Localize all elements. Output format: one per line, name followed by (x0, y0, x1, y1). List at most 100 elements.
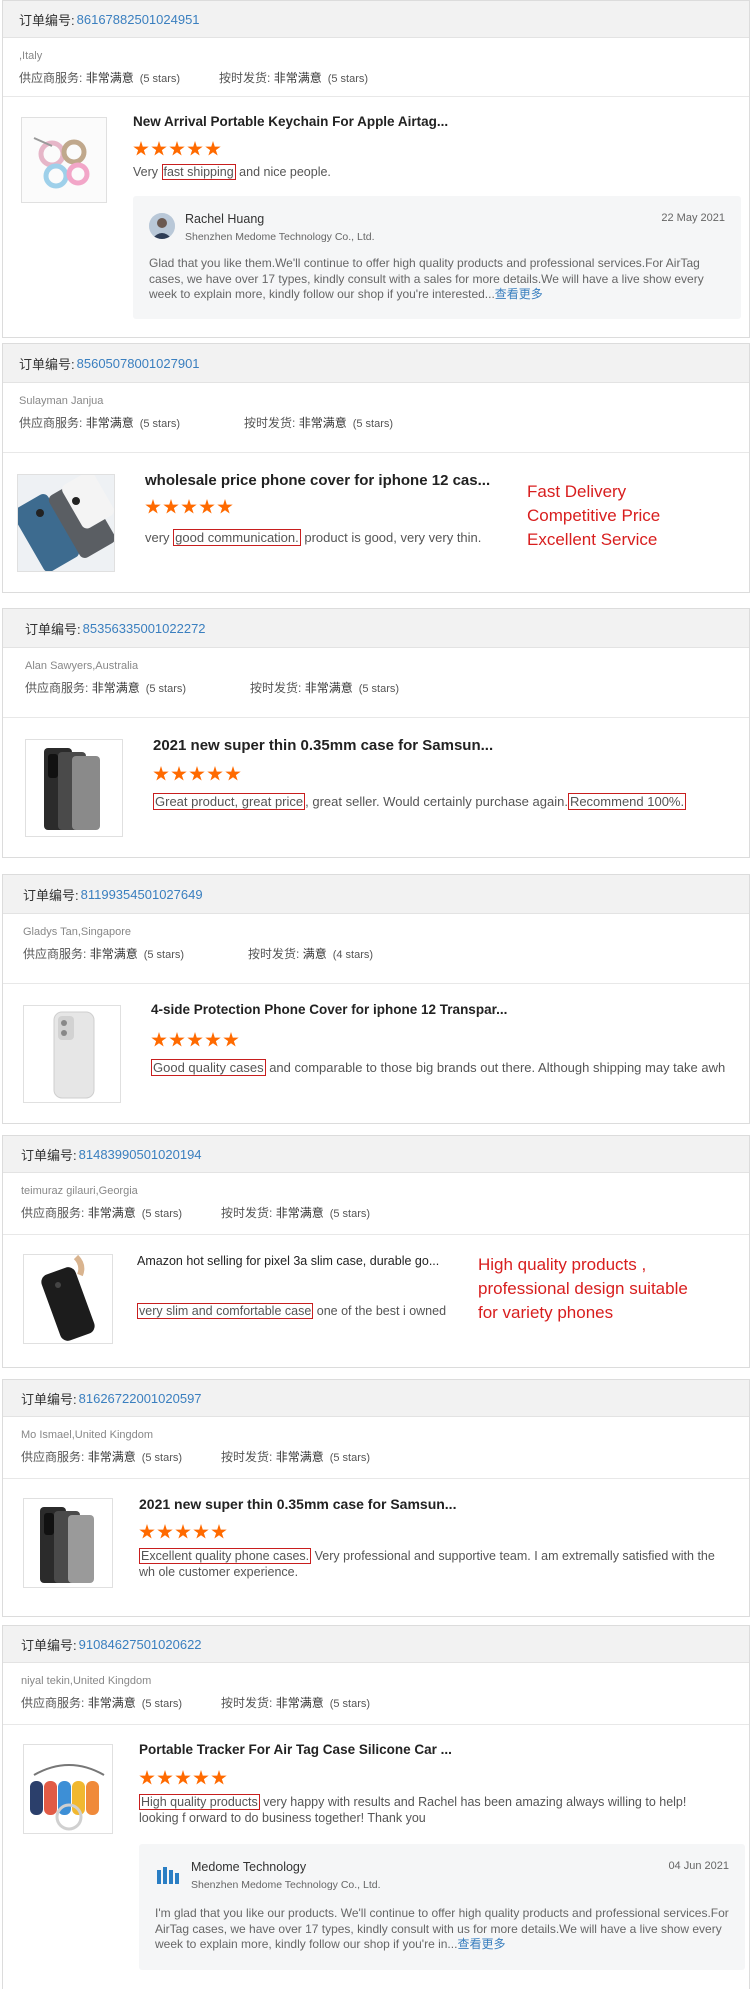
star-icon (139, 1524, 155, 1539)
divider (3, 1234, 749, 1235)
ratings-row: 供应商服务: 非常满意 (5 stars) 按时发货: 非常满意 (5 stars) (3, 407, 749, 431)
reply-date: 04 Jun 2021 (668, 1860, 729, 1872)
review-text: very good communication. product is good… (145, 529, 482, 546)
reply-company: Shenzhen Medome Technology Co., Ltd. (191, 1879, 381, 1891)
star-icon (139, 1770, 155, 1785)
supplier-rating: 非常满意 (85, 71, 134, 85)
review-text: Excellent quality phone cases. Very prof… (139, 1548, 729, 1580)
review-text-rest: product is good, very very thin. (300, 530, 482, 545)
product-title[interactable]: New Arrival Portable Keychain For Apple … (133, 114, 448, 129)
buyer-location: ,Italy (19, 50, 43, 62)
buyer-location: Gladys Tan,Singapore (23, 926, 132, 938)
product-image[interactable] (17, 474, 115, 572)
supplier-label: 供应商服务: (25, 681, 89, 695)
star-rating (151, 1032, 239, 1048)
shipping-rating: 非常满意 (275, 1206, 324, 1220)
buyer-location: Alan Sawyers,Australia (25, 660, 139, 672)
review-text-rest: and comparable to those big brands out t… (265, 1060, 726, 1075)
ratings-row: 供应商服务: 非常满意 (5 stars) 按时发货: 满意 (4 stars) (3, 938, 749, 962)
product-title[interactable]: 4-side Protection Phone Cover for iphone… (151, 1002, 507, 1017)
product-title[interactable]: 2021 new super thin 0.35mm case for Sams… (153, 737, 493, 754)
shipping-rating: 非常满意 (304, 681, 353, 695)
star-icon (225, 766, 241, 781)
shipping-rating: 满意 (302, 947, 327, 961)
supplier-rating: 非常满意 (87, 1450, 136, 1464)
product-title[interactable]: wholesale price phone cover for iphone 1… (145, 472, 490, 489)
divider (3, 96, 749, 97)
product-image[interactable] (25, 739, 123, 837)
shipping-stars: (5 stars) (352, 418, 394, 430)
star-icon (211, 1524, 227, 1539)
reply-date: 22 May 2021 (661, 212, 725, 224)
reply-author: Medome Technology (191, 1860, 307, 1874)
reply-company: Shenzhen Medome Technology Co., Ltd. (185, 231, 375, 243)
order-number-link[interactable]: 81626722001020597 (79, 1391, 202, 1406)
order-label: 订单编号: (25, 621, 81, 637)
shipping-stars: (5 stars) (329, 1698, 371, 1710)
review-highlight: fast shipping (161, 164, 236, 180)
star-rating (145, 499, 233, 515)
product-image[interactable] (23, 1498, 113, 1588)
shipping-stars: (5 stars) (329, 1208, 371, 1220)
product-title[interactable]: Portable Tracker For Air Tag Case Silico… (139, 1742, 452, 1757)
ratings-row: 供应商服务: 非常满意 (5 stars) 按时发货: 非常满意 (5 stars) (3, 62, 749, 86)
order-header: 订单编号: 86167882501024951 (3, 1, 749, 38)
company-logo (155, 1862, 181, 1888)
review-card: 订单编号: 81483990501020194 teimuraz gilauri… (2, 1135, 750, 1368)
supplier-rating: 非常满意 (89, 947, 138, 961)
product-title[interactable]: Amazon hot selling for pixel 3a slim cas… (137, 1254, 439, 1268)
star-icon (211, 1770, 227, 1785)
supplier-stars: (5 stars) (143, 949, 185, 961)
star-icon (169, 141, 185, 156)
star-icon (205, 141, 221, 156)
order-number-link[interactable]: 85356335001022272 (83, 621, 206, 636)
order-header: 订单编号: 81626722001020597 (3, 1380, 749, 1417)
star-icon (207, 766, 223, 781)
star-icon (205, 1032, 221, 1047)
star-icon (217, 499, 233, 514)
star-icon (157, 1524, 173, 1539)
order-number-link[interactable]: 85605078001027901 (77, 356, 200, 371)
product-image[interactable] (23, 1744, 113, 1834)
product-image[interactable] (23, 1254, 113, 1344)
order-number-link[interactable]: 81483990501020194 (79, 1147, 202, 1162)
reply-body: I'm glad that you like our products. We'… (155, 1906, 729, 1951)
review-text-rest: and nice people. (235, 165, 331, 179)
star-icon (151, 1032, 167, 1047)
review-text-rest: one of the best i owned (313, 1304, 447, 1318)
order-header: 订单编号: 81199354501027649 (3, 875, 749, 914)
review-card: 订单编号: 86167882501024951 ,Italy 供应商服务: 非常… (2, 0, 750, 338)
view-more-link[interactable]: 查看更多 (457, 1937, 505, 1951)
order-label: 订单编号: (19, 12, 75, 28)
star-icon (193, 1770, 209, 1785)
shipping-label: 按时发货: (221, 1206, 273, 1220)
star-icon (175, 1770, 191, 1785)
product-image[interactable] (21, 117, 107, 203)
review-card: 订单编号: 85356335001022272 Alan Sawyers,Aus… (2, 608, 750, 858)
supplier-rating: 非常满意 (91, 681, 140, 695)
order-number-link[interactable]: 81199354501027649 (81, 887, 203, 902)
review-highlight: good communication. (173, 529, 301, 546)
supplier-stars: (5 stars) (141, 1698, 183, 1710)
order-label: 订单编号: (23, 887, 79, 903)
star-icon (145, 499, 161, 514)
promo-line: Fast Delivery (527, 482, 627, 501)
order-header: 订单编号: 91084627501020622 (3, 1626, 749, 1663)
view-more-link[interactable]: 查看更多 (495, 287, 543, 301)
shipping-stars: (4 stars) (332, 949, 374, 961)
star-icon (163, 499, 179, 514)
review-card: 订单编号: 91084627501020622 niyal tekin,Unit… (2, 1625, 750, 1989)
order-label: 订单编号: (21, 1391, 77, 1407)
star-icon (157, 1770, 173, 1785)
product-image[interactable] (23, 1005, 121, 1103)
supplier-rating: 非常满意 (87, 1206, 136, 1220)
order-number-link[interactable]: 86167882501024951 (77, 12, 200, 27)
shipping-rating: 非常满意 (273, 71, 322, 85)
order-number-link[interactable]: 91084627501020622 (79, 1637, 202, 1652)
promo-line: Excellent Service (527, 530, 658, 549)
product-title[interactable]: 2021 new super thin 0.35mm case for Sams… (139, 1496, 456, 1512)
review-text-rest: , great seller. Would certainly purchase… (305, 794, 568, 809)
shipping-rating: 非常满意 (275, 1450, 324, 1464)
order-header: 订单编号: 85356335001022272 (3, 609, 749, 648)
supplier-stars: (5 stars) (145, 683, 187, 695)
